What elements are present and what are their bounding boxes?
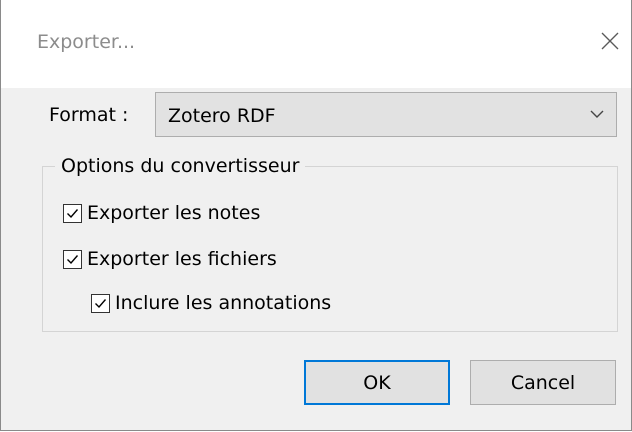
export-notes-checkbox[interactable] <box>63 203 82 223</box>
ok-button[interactable]: OK <box>304 360 450 405</box>
include-annotations-label: Inclure les annotations <box>115 292 332 314</box>
checkmark-icon <box>67 208 79 218</box>
close-icon <box>601 32 619 50</box>
window-title: Exporter... <box>37 31 136 53</box>
cancel-button[interactable]: Cancel <box>470 360 616 405</box>
export-notes-label: Exporter les notes <box>87 202 261 224</box>
converter-options-legend: Options du convertisseur <box>55 153 306 179</box>
export-files-label: Exporter les fichiers <box>87 248 277 270</box>
include-annotations-checkbox[interactable] <box>91 293 110 313</box>
checkmark-icon <box>95 298 107 308</box>
checkmark-icon <box>67 254 79 264</box>
chevron-down-icon <box>590 110 604 118</box>
export-dialog: Exporter... Format : Zotero RDF Options … <box>0 0 632 431</box>
format-select-value: Zotero RDF <box>168 105 276 127</box>
close-button[interactable] <box>597 28 623 54</box>
include-annotations-checkbox-row[interactable]: Inclure les annotations <box>91 290 331 316</box>
format-label: Format : <box>49 104 129 126</box>
export-notes-checkbox-row[interactable]: Exporter les notes <box>63 200 260 226</box>
format-select[interactable]: Zotero RDF <box>155 92 617 137</box>
title-bar: Exporter... <box>1 0 631 88</box>
export-files-checkbox-row[interactable]: Exporter les fichiers <box>63 246 277 272</box>
export-files-checkbox[interactable] <box>63 249 82 269</box>
